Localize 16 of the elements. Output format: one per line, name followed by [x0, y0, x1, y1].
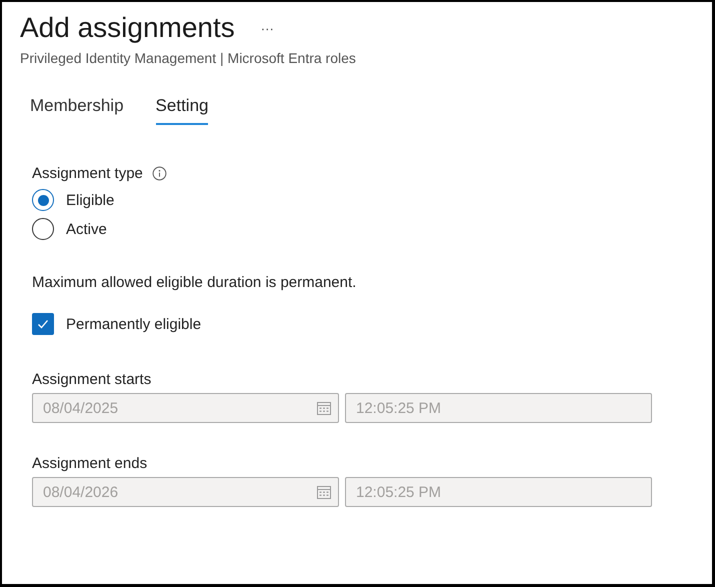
info-icon[interactable]	[152, 166, 167, 181]
breadcrumb-subtitle: Privileged Identity Management | Microsoft Entra roles	[20, 50, 357, 66]
field-label: Assignment type	[32, 165, 143, 182]
radio-label[interactable]: Eligible	[66, 192, 114, 208]
info-text: Maximum allowed eligible duration is permanent.	[32, 274, 358, 291]
field-label: Assignment starts	[32, 371, 152, 388]
tab[interactable]: Membership	[30, 96, 124, 125]
more-button[interactable]: ···	[256, 20, 278, 36]
page-title: Add assignments	[20, 11, 235, 45]
radio-label[interactable]: Active	[66, 220, 107, 238]
radio-button[interactable]	[32, 218, 54, 240]
checkbox-label[interactable]: Permanently eligible	[66, 316, 202, 332]
radio-button[interactable]	[32, 189, 54, 211]
checkbox[interactable]	[32, 313, 54, 335]
tab[interactable]: Setting	[156, 96, 208, 125]
field-label: Assignment ends	[32, 455, 148, 472]
